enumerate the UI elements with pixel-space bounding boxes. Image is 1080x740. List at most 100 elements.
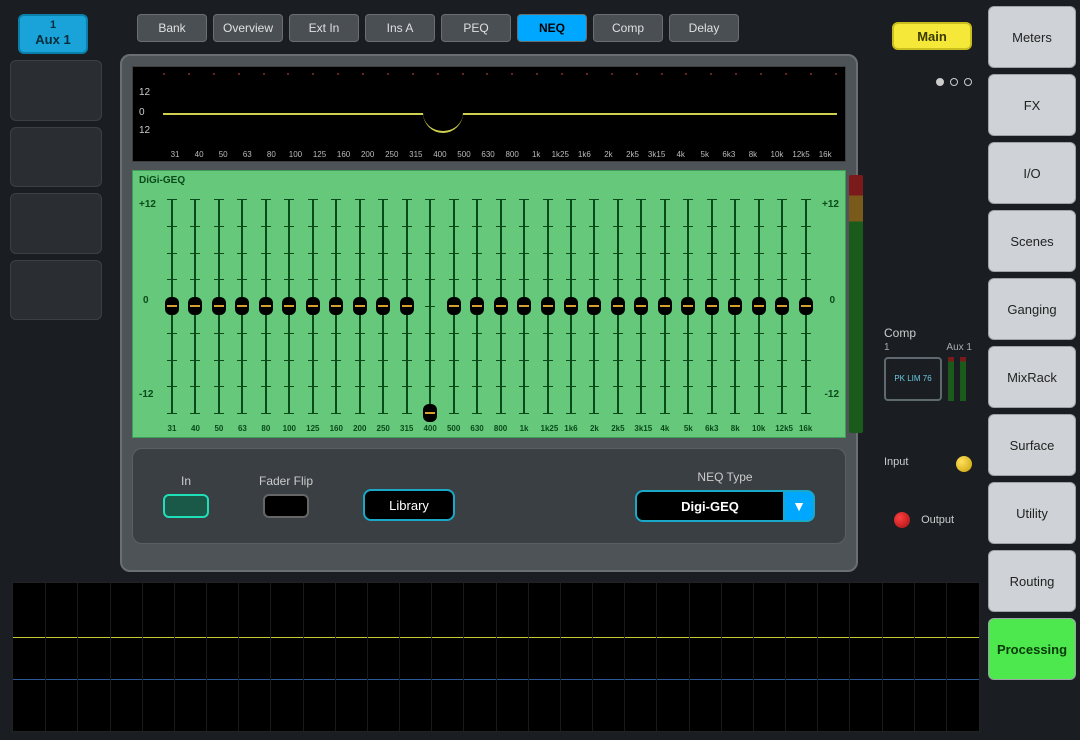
geq-fader-40[interactable] xyxy=(188,199,202,413)
geq-scale-plus-left: +12 xyxy=(139,199,156,210)
geq-fader-10k[interactable] xyxy=(752,199,766,413)
graph-freq-labels: 3140506380100125160200250315400500630800… xyxy=(163,150,837,159)
in-button[interactable] xyxy=(163,494,209,518)
tab-ins-a[interactable]: Ins A xyxy=(365,14,435,42)
geq-fader-500[interactable] xyxy=(447,199,461,413)
input-indicator-row: Input xyxy=(884,456,972,472)
tab-comp[interactable]: Comp xyxy=(593,14,663,42)
right-nav: MetersFXI/OScenesGangingMixRackSurfaceUt… xyxy=(988,6,1076,680)
geq-fader-6k3[interactable] xyxy=(705,199,719,413)
geq-panel: DiGi-GEQ +12 0 -12 +12 0 -12 31405063801… xyxy=(132,170,846,438)
geq-fader-3k15[interactable] xyxy=(634,199,648,413)
geq-fader-1k[interactable] xyxy=(517,199,531,413)
nav-fx[interactable]: FX xyxy=(988,74,1076,136)
tab-bank[interactable]: Bank xyxy=(137,14,207,42)
tab-row: BankOverviewExt InIns APEQNEQCompDelay xyxy=(137,14,739,42)
main-button[interactable]: Main xyxy=(892,22,972,50)
in-label: In xyxy=(181,474,191,488)
geq-fader-31[interactable] xyxy=(165,199,179,413)
comp-side-panel[interactable]: Comp 1 Aux 1 PK LIM 76 xyxy=(884,326,972,401)
geq-fader-250[interactable] xyxy=(376,199,390,413)
left-slot[interactable] xyxy=(10,127,102,188)
geq-fader-1k25[interactable] xyxy=(541,199,555,413)
fader-flip-button[interactable] xyxy=(263,494,309,518)
comp-meter xyxy=(948,357,954,401)
comp-plugin-icon[interactable]: PK LIM 76 xyxy=(884,357,942,401)
neq-type-dropdown-icon[interactable]: ▼ xyxy=(785,490,815,522)
graph-scale-top: 12 xyxy=(139,87,150,98)
main-panel: 12 0 12 31405063801001251602002503154005… xyxy=(120,54,858,572)
nav-surface[interactable]: Surface xyxy=(988,414,1076,476)
nav-scenes[interactable]: Scenes xyxy=(988,210,1076,272)
graph-dots xyxy=(163,73,837,77)
tab-ext-in[interactable]: Ext In xyxy=(289,14,359,42)
comp-bus: Aux 1 xyxy=(946,342,972,353)
geq-fader-63[interactable] xyxy=(235,199,249,413)
geq-fader-630[interactable] xyxy=(470,199,484,413)
tab-delay[interactable]: Delay xyxy=(669,14,739,42)
channel-name: Aux 1 xyxy=(20,32,86,48)
geq-scale-zero-left: 0 xyxy=(143,295,149,306)
pager-dots xyxy=(936,78,972,86)
tab-overview[interactable]: Overview xyxy=(213,14,283,42)
geq-fader-50[interactable] xyxy=(212,199,226,413)
geq-fader-row xyxy=(165,199,813,413)
graph-curve-dip xyxy=(423,113,463,133)
input-label: Input xyxy=(884,456,908,468)
tab-neq[interactable]: NEQ xyxy=(517,14,587,42)
geq-fader-1k6[interactable] xyxy=(564,199,578,413)
geq-fader-4k[interactable] xyxy=(658,199,672,413)
geq-scale-plus-right: +12 xyxy=(822,199,839,210)
library-button[interactable]: Library xyxy=(363,489,455,521)
output-indicator-row: Output xyxy=(884,512,972,528)
geq-fader-200[interactable] xyxy=(353,199,367,413)
geq-output-meter xyxy=(849,175,863,433)
geq-freq-labels: 3140506380100125160200250315400500630800… xyxy=(165,424,813,433)
left-slot[interactable] xyxy=(10,193,102,254)
geq-fader-100[interactable] xyxy=(282,199,296,413)
geq-fader-800[interactable] xyxy=(494,199,508,413)
graph-curve xyxy=(163,113,837,115)
geq-fader-8k[interactable] xyxy=(728,199,742,413)
control-bar: In Fader Flip Library NEQ Type Digi-GEQ … xyxy=(132,448,846,544)
geq-fader-315[interactable] xyxy=(400,199,414,413)
tab-peq[interactable]: PEQ xyxy=(441,14,511,42)
nav-utility[interactable]: Utility xyxy=(988,482,1076,544)
pager-dot-2[interactable] xyxy=(950,78,958,86)
geq-fader-2k[interactable] xyxy=(587,199,601,413)
geq-fader-5k[interactable] xyxy=(681,199,695,413)
nav-meters[interactable]: Meters xyxy=(988,6,1076,68)
nav-mixrack[interactable]: MixRack xyxy=(988,346,1076,408)
geq-fader-400[interactable] xyxy=(423,199,437,413)
channel-badge[interactable]: 1 Aux 1 xyxy=(18,14,88,54)
geq-fader-12k5[interactable] xyxy=(775,199,789,413)
geq-fader-16k[interactable] xyxy=(799,199,813,413)
geq-fader-125[interactable] xyxy=(306,199,320,413)
geq-fader-160[interactable] xyxy=(329,199,343,413)
pager-dot-1[interactable] xyxy=(936,78,944,86)
geq-scale-zero-right: 0 xyxy=(829,295,835,306)
scope-strip[interactable] xyxy=(12,582,980,732)
nav-processing[interactable]: Processing xyxy=(988,618,1076,680)
geq-scale-minus-right: -12 xyxy=(825,389,839,400)
left-slot[interactable] xyxy=(10,60,102,121)
graph-scale-mid: 0 xyxy=(139,107,145,118)
geq-fader-80[interactable] xyxy=(259,199,273,413)
left-slot[interactable] xyxy=(10,260,102,321)
comp-index: 1 xyxy=(884,342,890,353)
geq-fader-2k5[interactable] xyxy=(611,199,625,413)
input-indicator-icon[interactable] xyxy=(956,456,972,472)
comp-meter xyxy=(960,357,966,401)
graph-scale-bot: 12 xyxy=(139,125,150,136)
nav-i-o[interactable]: I/O xyxy=(988,142,1076,204)
comp-title: Comp xyxy=(884,326,972,340)
neq-type-select[interactable]: Digi-GEQ xyxy=(635,490,785,522)
geq-title: DiGi-GEQ xyxy=(139,175,185,186)
eq-response-graph[interactable]: 12 0 12 31405063801001251602002503154005… xyxy=(132,66,846,162)
nav-ganging[interactable]: Ganging xyxy=(988,278,1076,340)
output-indicator-icon[interactable] xyxy=(894,512,910,528)
nav-routing[interactable]: Routing xyxy=(988,550,1076,612)
fader-flip-label: Fader Flip xyxy=(259,474,313,488)
pager-dot-3[interactable] xyxy=(964,78,972,86)
output-label: Output xyxy=(921,514,954,526)
